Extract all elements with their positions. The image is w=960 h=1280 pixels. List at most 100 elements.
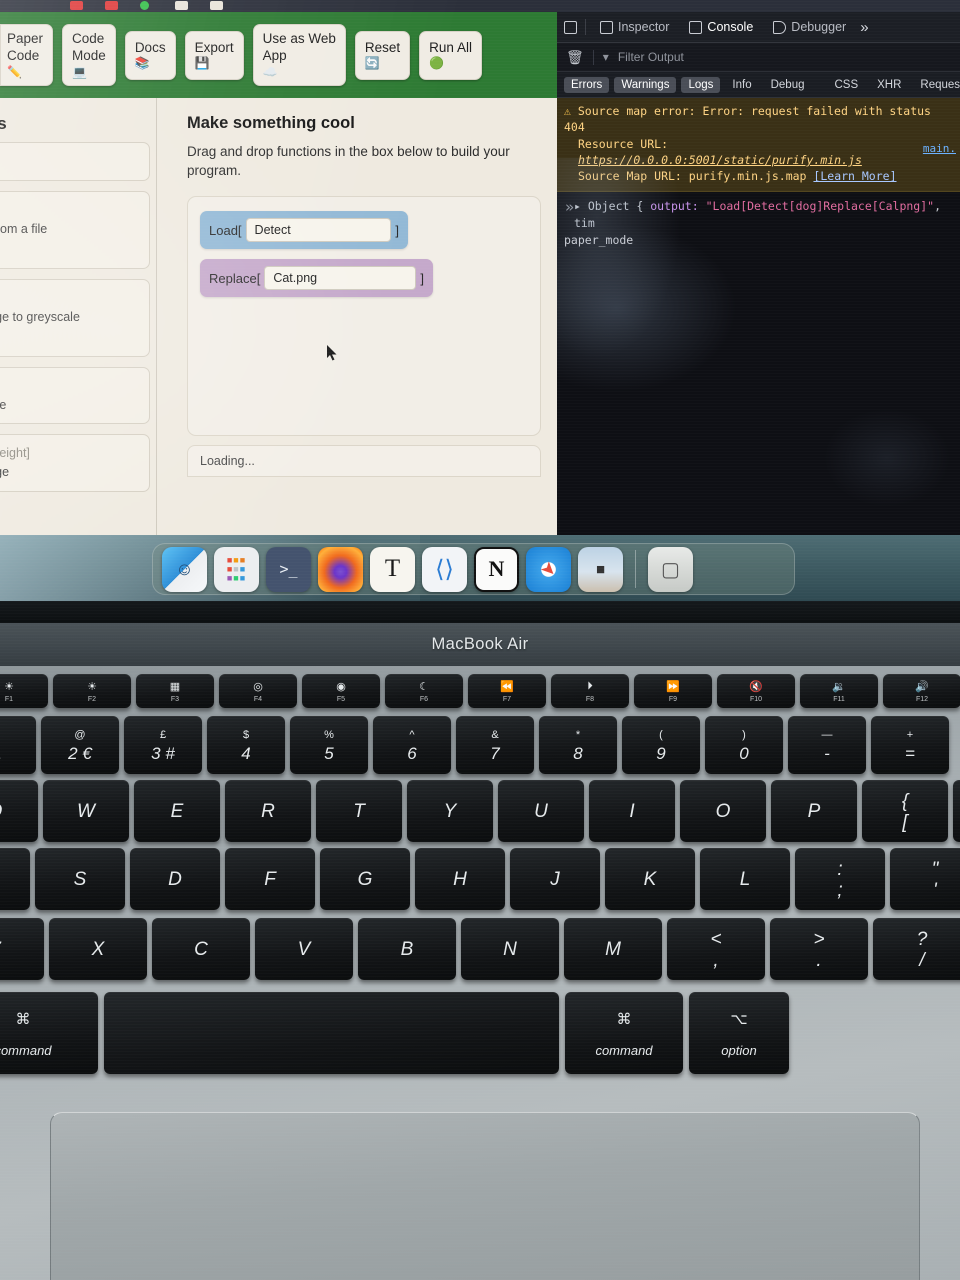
- key-r[interactable]: R: [225, 780, 311, 842]
- key-e[interactable]: E: [134, 780, 220, 842]
- dock-icon-trash[interactable]: ▢: [648, 546, 693, 592]
- run-all-button[interactable]: Run All 🟢: [419, 30, 482, 80]
- console-object-log[interactable]: ▸ Object { output: "Load[Detect[dog]Repl…: [557, 192, 960, 256]
- browser-tab-2[interactable]: [105, 1, 118, 10]
- trackpad[interactable]: [50, 1112, 920, 1280]
- key-command-right[interactable]: ⌘ command: [565, 992, 683, 1074]
- program-block-load[interactable]: Load[ Detect ]: [200, 211, 408, 250]
- dock-icon-firefox[interactable]: [318, 546, 363, 592]
- browser-tab-4[interactable]: [175, 1, 188, 10]
- key-f4[interactable]: ◎ F4: [219, 674, 297, 708]
- key-f9[interactable]: ⏩ F9: [634, 674, 712, 708]
- key-u[interactable]: U: [498, 780, 584, 842]
- filter-requests[interactable]: Requests: [913, 77, 960, 93]
- key-f7[interactable]: ⏪ F7: [468, 674, 546, 708]
- dock-icon-notion[interactable]: N: [474, 546, 519, 592]
- key-f6[interactable]: ☾ F6: [385, 674, 463, 708]
- key-[[interactable]: {[: [862, 780, 948, 842]
- key-n[interactable]: N: [461, 918, 559, 980]
- key-8[interactable]: * 8: [539, 716, 617, 774]
- browser-tab-5[interactable]: [210, 1, 223, 10]
- key-f11[interactable]: 🔉 F11: [800, 674, 878, 708]
- key-9[interactable]: (9: [622, 716, 700, 774]
- key-p[interactable]: P: [771, 780, 857, 842]
- dock-icon-safari[interactable]: ➤: [526, 546, 571, 592]
- key-c[interactable]: C: [152, 918, 250, 980]
- dock-icon-finder[interactable]: ☺: [162, 546, 207, 592]
- console-output[interactable]: ⚠ Source map error: Error: request faile…: [557, 98, 960, 535]
- tab-inspector[interactable]: Inspector: [594, 15, 675, 39]
- key-k[interactable]: K: [605, 848, 695, 910]
- key-o[interactable]: O: [680, 780, 766, 842]
- key-j[interactable]: J: [510, 848, 600, 910]
- key-2[interactable]: @2 €: [41, 716, 119, 774]
- dock-icon-terminal[interactable]: >_: [266, 546, 311, 592]
- key-1[interactable]: !1: [0, 716, 36, 774]
- key-x[interactable]: X: [49, 918, 147, 980]
- key-,[interactable]: <,: [667, 918, 765, 980]
- program-dropzone[interactable]: Load[ Detect ] Replace[ Cat.png ]: [187, 196, 541, 437]
- key-6[interactable]: ^ 6: [373, 716, 451, 774]
- key-b[interactable]: B: [358, 918, 456, 980]
- filter-info[interactable]: Info: [725, 77, 758, 93]
- key-q[interactable]: Q: [0, 780, 38, 842]
- key-option-right[interactable]: ⌥ option: [689, 992, 789, 1074]
- resource-url-link[interactable]: https://0.0.0.0:5001/static/purify.min.j…: [578, 153, 862, 167]
- key-i[interactable]: I: [589, 780, 675, 842]
- key-f3[interactable]: ▦ F3: [136, 674, 214, 708]
- tab-debugger[interactable]: Debugger: [767, 15, 852, 39]
- filter-xhr[interactable]: XHR: [870, 77, 908, 93]
- key-f5[interactable]: ◉ F5: [302, 674, 380, 708]
- load-value-input[interactable]: Detect: [245, 218, 392, 243]
- key-f8[interactable]: ⏵ F8: [551, 674, 629, 708]
- filter-debug[interactable]: Debug: [764, 77, 812, 93]
- key-command-left[interactable]: ⌘ command: [0, 992, 98, 1074]
- learn-more-link[interactable]: [Learn More]: [813, 169, 896, 183]
- console-source-link[interactable]: main.: [923, 142, 956, 155]
- key--[interactable]: — -: [788, 716, 866, 774]
- program-block-replace[interactable]: Replace[ Cat.png ]: [200, 259, 433, 298]
- key-4[interactable]: $4: [207, 716, 285, 774]
- sidebar-block-item[interactable]: th, height] image: [0, 434, 150, 492]
- sidebar-block-item[interactable]: ge from a file: [0, 190, 150, 269]
- browser-tab-3[interactable]: [140, 1, 149, 10]
- console-warning-message[interactable]: ⚠ Source map error: Error: request faile…: [557, 98, 960, 192]
- reset-button[interactable]: Reset 🔄: [354, 30, 411, 80]
- key-y[interactable]: Y: [407, 780, 493, 842]
- key-s[interactable]: S: [35, 848, 125, 910]
- code-mode-button[interactable]: Code Mode 💻: [62, 24, 116, 86]
- sidebar-block-item[interactable]: image to greyscale: [0, 278, 150, 357]
- filter-errors[interactable]: Errors: [564, 76, 610, 93]
- key-t[interactable]: T: [316, 780, 402, 842]
- key-7[interactable]: & 7: [456, 716, 534, 774]
- browser-tab-1[interactable]: [70, 1, 83, 10]
- key-f12[interactable]: 🔊 F12: [883, 674, 960, 708]
- key-f1[interactable]: ☀ F1: [0, 674, 48, 708]
- key-z[interactable]: Z: [0, 918, 44, 980]
- tab-console[interactable]: Console: [683, 15, 759, 39]
- key-'[interactable]: " ': [890, 848, 960, 910]
- key-m[interactable]: M: [564, 918, 662, 980]
- key-][interactable]: }]: [953, 780, 960, 842]
- key-w[interactable]: W: [43, 780, 129, 842]
- use-as-web-app-button[interactable]: Use as Web App ☁️: [252, 24, 346, 86]
- devtools-overflow-button[interactable]: »: [860, 19, 868, 36]
- sidebar-block-item[interactable]: le] mage: [0, 366, 150, 425]
- key-=[interactable]: + =: [871, 716, 949, 774]
- replace-value-input[interactable]: Cat.png: [264, 266, 417, 291]
- key-f2[interactable]: ☀ F2: [53, 674, 131, 708]
- key-a[interactable]: A: [0, 848, 30, 910]
- key-0[interactable]: ) 0: [705, 716, 783, 774]
- filter-css[interactable]: CSS: [827, 77, 865, 93]
- browser-tab-strip[interactable]: [0, 0, 960, 12]
- key-d[interactable]: D: [130, 848, 220, 910]
- export-button[interactable]: Export 💾: [184, 30, 244, 80]
- key-5[interactable]: % 5: [290, 716, 368, 774]
- key-v[interactable]: V: [255, 918, 353, 980]
- key-;[interactable]: :;: [795, 848, 885, 910]
- expand-triangle-icon[interactable]: ▸: [574, 199, 581, 213]
- paper-code-button[interactable]: Paper Code ✏️: [0, 24, 54, 86]
- key-3[interactable]: £3 #: [124, 716, 202, 774]
- filter-warnings[interactable]: Warnings: [614, 76, 677, 93]
- element-picker-icon[interactable]: [564, 20, 577, 34]
